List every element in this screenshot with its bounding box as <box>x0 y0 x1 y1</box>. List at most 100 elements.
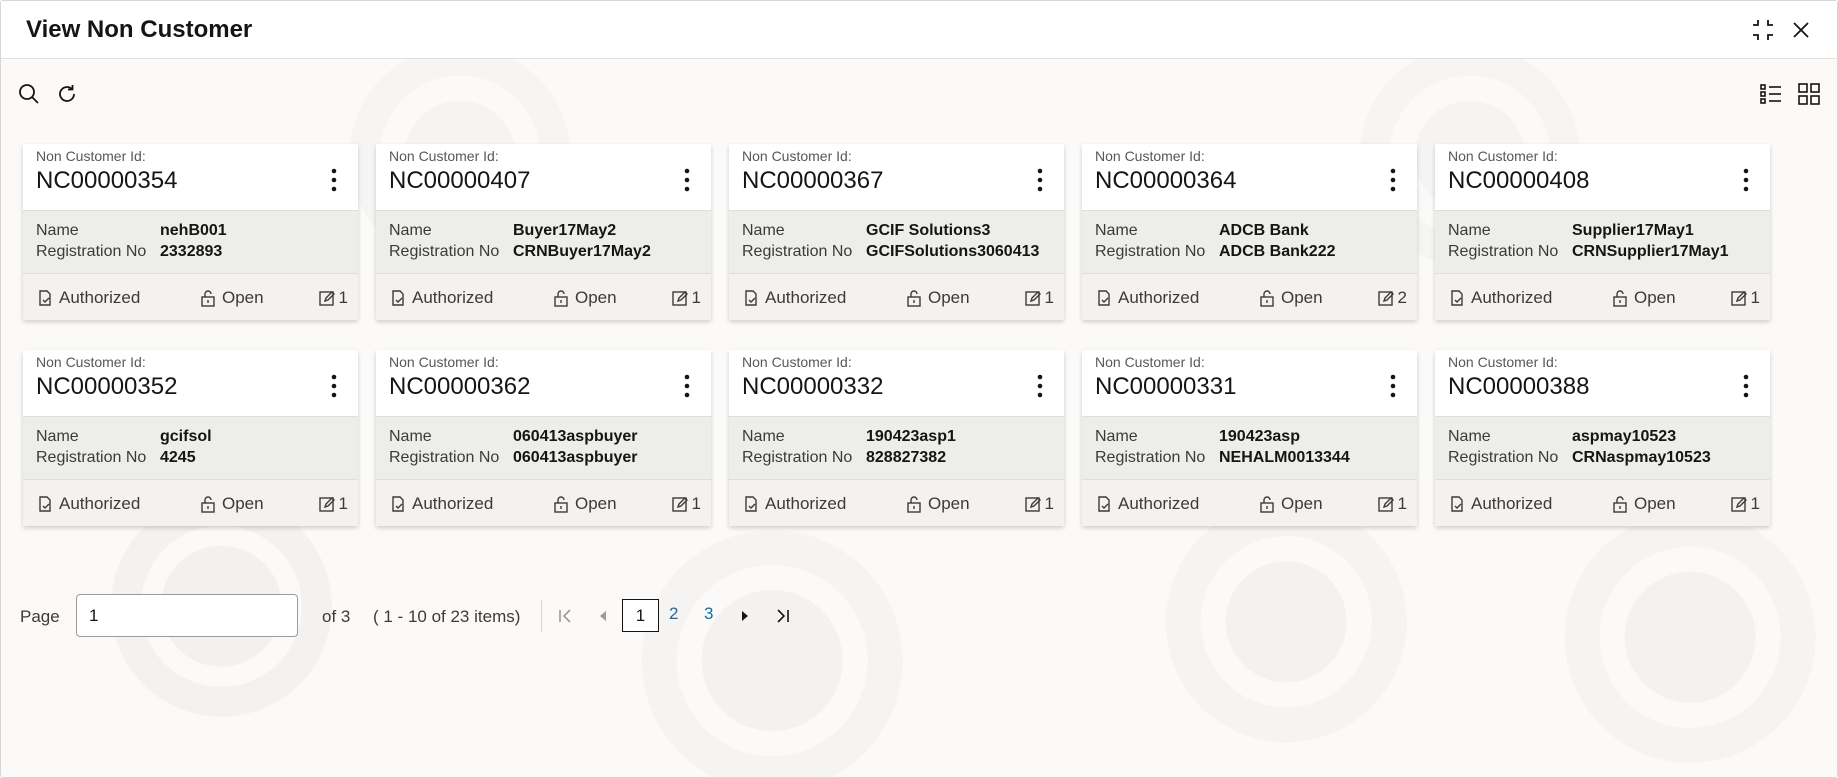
card-footer: Authorized Open 1 <box>729 274 1064 320</box>
more-actions-icon[interactable] <box>1030 372 1050 400</box>
open-label: Open <box>1281 494 1323 513</box>
card-details: Name Supplier17May1 Registration No CRNSup… <box>1435 210 1770 274</box>
name-value: 190423asp1 <box>866 428 956 445</box>
close-icon[interactable] <box>1788 17 1814 43</box>
registration-no-value: 2332893 <box>160 243 223 260</box>
authorized-icon <box>392 496 404 512</box>
edit-icon <box>318 497 335 512</box>
edit-icon <box>1377 291 1394 306</box>
modification-count: 1 <box>318 288 348 308</box>
edit-icon <box>318 291 335 306</box>
card-details: Name aspmay10523 Registration No CRNaspmay… <box>1435 416 1770 480</box>
non-customer-id-label: Non Customer Id: <box>742 148 852 164</box>
page-2-link[interactable]: 2 <box>669 604 678 624</box>
list-view-icon[interactable] <box>1758 81 1784 107</box>
card-header: Non Customer Id: NC00000388 <box>1435 350 1770 416</box>
previous-page-icon[interactable] <box>594 606 614 626</box>
authorized-status: Authorized <box>36 494 140 514</box>
non-customer-card[interactable]: Non Customer Id: NC00000367 Name GCIF Sol… <box>729 144 1064 320</box>
authorized-status: Authorized <box>742 494 846 514</box>
next-page-icon[interactable] <box>734 606 754 626</box>
authorized-label: Authorized <box>412 288 494 307</box>
authorized-icon <box>1451 290 1463 306</box>
card-header: Non Customer Id: NC00000354 <box>23 144 358 210</box>
non-customer-card[interactable]: Non Customer Id: NC00000354 Name nehB001 … <box>23 144 358 320</box>
page-number-input[interactable] <box>76 594 298 637</box>
registration-no-label: Registration No <box>1448 243 1559 260</box>
more-actions-icon[interactable] <box>1736 166 1756 194</box>
first-page-icon[interactable] <box>555 606 575 626</box>
registration-no-value: CRNBuyer17May2 <box>513 243 651 260</box>
non-customer-card[interactable]: Non Customer Id: NC00000362 Name 060413as… <box>376 350 711 526</box>
non-customer-card[interactable]: Non Customer Id: NC00000388 Name aspmay10… <box>1435 350 1770 526</box>
registration-no-label: Registration No <box>742 449 853 466</box>
view-non-customer-window: View Non Customer Non Customer Id: NC000… <box>0 0 1838 778</box>
non-customer-card[interactable]: Non Customer Id: NC00000364 Name ADCB Ban… <box>1082 144 1417 320</box>
non-customer-card[interactable]: Non Customer Id: NC00000332 Name 190423as… <box>729 350 1064 526</box>
authorized-status: Authorized <box>1095 494 1199 514</box>
item-range-text: ( 1 - 10 of 23 items) <box>373 607 521 626</box>
modification-count: 1 <box>1024 288 1054 308</box>
modification-count: 1 <box>1730 288 1760 308</box>
page-1-button[interactable]: 1 <box>622 599 659 632</box>
more-actions-icon[interactable] <box>1383 166 1403 194</box>
name-label: Name <box>36 428 79 445</box>
refresh-icon[interactable] <box>54 81 80 107</box>
card-header: Non Customer Id: NC00000331 <box>1082 350 1417 416</box>
minimize-icon[interactable] <box>1750 17 1776 43</box>
non-customer-card[interactable]: Non Customer Id: NC00000407 Name Buyer17M… <box>376 144 711 320</box>
open-status: Open <box>552 288 617 308</box>
card-footer: Authorized Open 1 <box>1082 480 1417 526</box>
name-label: Name <box>742 428 785 445</box>
authorized-label: Authorized <box>765 288 847 307</box>
authorized-icon <box>745 496 757 512</box>
non-customer-card[interactable]: Non Customer Id: NC00000331 Name 190423as… <box>1082 350 1417 526</box>
authorized-label: Authorized <box>1118 288 1200 307</box>
authorized-icon <box>392 290 404 306</box>
card-details: Name nehB001 Registration No 2332893 <box>23 210 358 274</box>
name-label: Name <box>389 222 432 239</box>
registration-no-value: NEHALM0013344 <box>1219 449 1350 466</box>
modification-count: 1 <box>1377 494 1407 514</box>
more-actions-icon[interactable] <box>677 372 697 400</box>
name-value: aspmay10523 <box>1572 428 1677 445</box>
more-actions-icon[interactable] <box>324 372 344 400</box>
non-customer-id: NC00000362 <box>389 373 531 400</box>
page-3-link[interactable]: 3 <box>704 604 713 624</box>
name-value: 190423asp <box>1219 428 1300 445</box>
unlock-icon <box>554 290 568 307</box>
more-actions-icon[interactable] <box>677 166 697 194</box>
edit-icon <box>671 291 688 306</box>
card-details: Name 190423asp Registration No NEHALM00133… <box>1082 416 1417 480</box>
modification-count: 1 <box>318 494 348 514</box>
authorized-icon <box>39 496 51 512</box>
pagination-bar: Page of 3 ( 1 - 10 of 23 items) 1 2 3 <box>1 594 821 638</box>
open-status: Open <box>1258 494 1323 514</box>
card-details: Name Buyer17May2 Registration No CRNBuyer1… <box>376 210 711 274</box>
registration-no-label: Registration No <box>742 243 853 260</box>
authorized-label: Authorized <box>59 288 141 307</box>
authorized-label: Authorized <box>412 494 494 513</box>
non-customer-id: NC00000332 <box>742 373 884 400</box>
more-actions-icon[interactable] <box>1736 372 1756 400</box>
more-actions-icon[interactable] <box>324 166 344 194</box>
card-footer: Authorized Open 1 <box>23 480 358 526</box>
non-customer-card[interactable]: Non Customer Id: NC00000408 Name Supplier… <box>1435 144 1770 320</box>
more-actions-icon[interactable] <box>1030 166 1050 194</box>
non-customer-id: NC00000354 <box>36 167 178 194</box>
authorized-icon <box>745 290 757 306</box>
name-label: Name <box>742 222 785 239</box>
non-customer-card[interactable]: Non Customer Id: NC00000352 Name gcifsol … <box>23 350 358 526</box>
open-status: Open <box>905 494 970 514</box>
registration-no-value: 4245 <box>160 449 196 466</box>
tile-view-icon[interactable] <box>1796 81 1822 107</box>
name-label: Name <box>36 222 79 239</box>
search-icon[interactable] <box>16 81 42 107</box>
registration-no-label: Registration No <box>389 449 500 466</box>
authorized-status: Authorized <box>36 288 140 308</box>
card-header: Non Customer Id: NC00000367 <box>729 144 1064 210</box>
modification-count: 1 <box>1024 494 1054 514</box>
open-status: Open <box>1258 288 1323 308</box>
more-actions-icon[interactable] <box>1383 372 1403 400</box>
last-page-icon[interactable] <box>773 606 793 626</box>
